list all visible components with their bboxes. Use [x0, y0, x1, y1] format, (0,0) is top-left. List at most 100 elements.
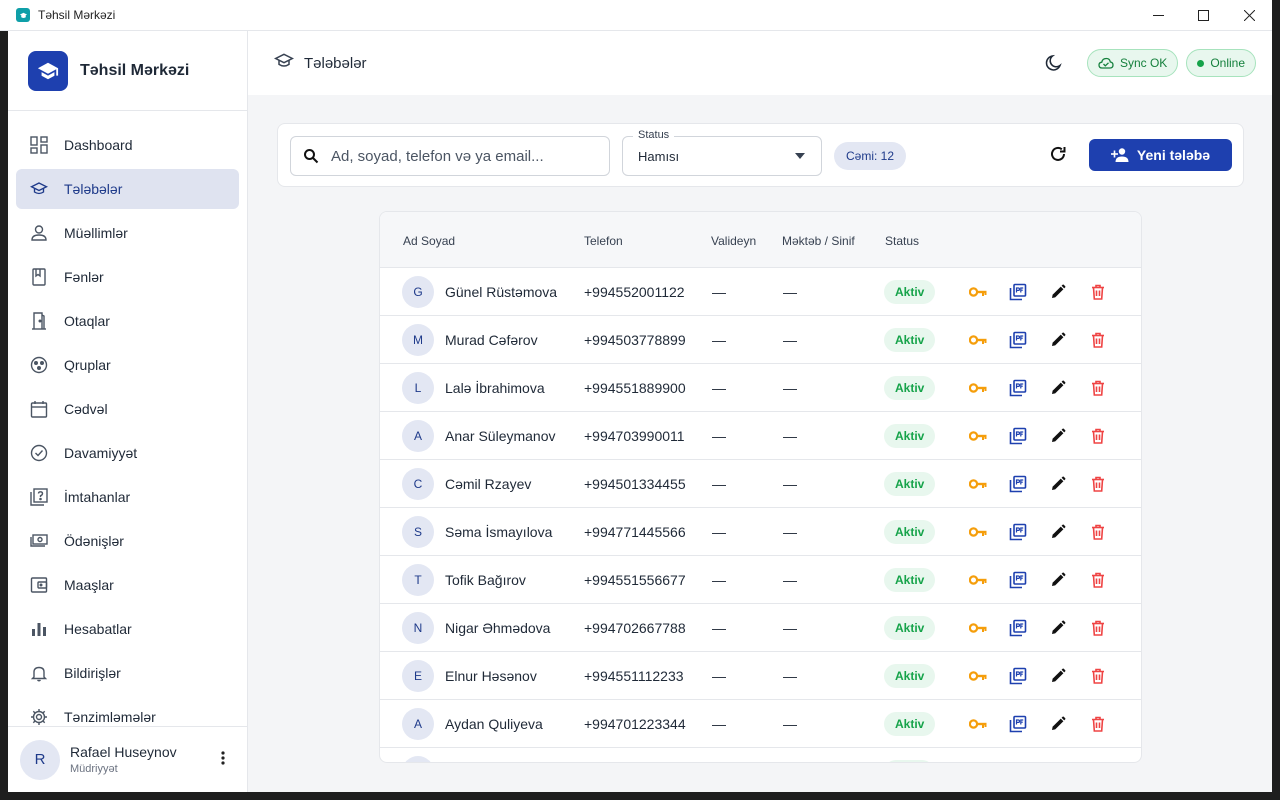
- delete-button[interactable]: [1088, 330, 1108, 350]
- edit-button[interactable]: [1048, 474, 1068, 494]
- edit-button[interactable]: [1048, 330, 1068, 350]
- delete-button[interactable]: [1088, 378, 1108, 398]
- student-parent: —: [712, 284, 726, 300]
- column-header-name[interactable]: Ad Soyad: [403, 234, 455, 248]
- student-name: Anar Süleymanov: [445, 428, 556, 444]
- more-vert-icon[interactable]: [221, 751, 225, 770]
- sidebar-item-rooms[interactable]: Otaqlar: [16, 301, 239, 341]
- edit-button[interactable]: [1048, 666, 1068, 686]
- column-header-status[interactable]: Status: [885, 234, 919, 248]
- wallet-icon: [30, 576, 48, 594]
- export-pdf-button[interactable]: [1008, 618, 1028, 638]
- table-row[interactable]: N Nigar Əhmədova +994702667788 — — Aktiv: [380, 604, 1141, 652]
- sidebar-item-label: Fənlər: [64, 269, 104, 285]
- table-row[interactable]: M Murad Cəfərov +994503778899 — — Aktiv: [380, 316, 1141, 364]
- reset-password-button[interactable]: [968, 426, 988, 446]
- check-circle-icon: [30, 444, 48, 462]
- delete-button[interactable]: [1088, 666, 1108, 686]
- export-pdf-button[interactable]: [1008, 330, 1028, 350]
- edit-button[interactable]: [1048, 570, 1068, 590]
- maximize-button[interactable]: [1180, 0, 1226, 31]
- user-profile[interactable]: R Rafael Huseynov Müdriyyət: [8, 726, 247, 792]
- export-pdf-button[interactable]: [1008, 714, 1028, 734]
- delete-button[interactable]: [1088, 282, 1108, 302]
- edit-button[interactable]: [1048, 618, 1068, 638]
- reset-password-button[interactable]: [968, 666, 988, 686]
- sidebar-item-dashboard[interactable]: Dashboard: [16, 125, 239, 165]
- table-row[interactable]: A Anar Süleymanov +994703990011 — — Aktiv: [380, 412, 1141, 460]
- sidebar-item-subjects[interactable]: Fənlər: [16, 257, 239, 297]
- status-filter-select[interactable]: Status Hamısı: [622, 129, 822, 176]
- reset-password-button[interactable]: [968, 522, 988, 542]
- table-row[interactable]: T Tofik Bağırov +994551556677 — — Aktiv: [380, 556, 1141, 604]
- key-icon: [969, 286, 987, 298]
- export-pdf-button[interactable]: [1008, 666, 1028, 686]
- reset-password-button[interactable]: [968, 282, 988, 302]
- key-icon: [969, 718, 987, 730]
- delete-button[interactable]: [1088, 522, 1108, 542]
- edit-button[interactable]: [1048, 714, 1068, 734]
- search-input[interactable]: [331, 147, 591, 165]
- reset-password-button[interactable]: [968, 330, 988, 350]
- sidebar: Təhsil Mərkəzi Dashboard Tələbələr Müəll…: [8, 31, 248, 792]
- reset-password-button[interactable]: [968, 378, 988, 398]
- delete-button[interactable]: [1088, 570, 1108, 590]
- refresh-button[interactable]: [1048, 144, 1068, 169]
- students-table: Ad Soyad Telefon Valideyn Məktəb / Sinif…: [379, 211, 1142, 763]
- edit-button[interactable]: [1048, 522, 1068, 542]
- export-pdf-button[interactable]: [1008, 522, 1028, 542]
- export-pdf-button[interactable]: [1008, 426, 1028, 446]
- sidebar-item-reports[interactable]: Hesabatlar: [16, 609, 239, 649]
- edit-button[interactable]: [1048, 426, 1068, 446]
- table-row[interactable]: G Günel Rüstəmova +994552001122 — — Aktiv: [380, 268, 1141, 316]
- delete-button[interactable]: [1088, 618, 1108, 638]
- key-icon: [969, 478, 987, 490]
- sidebar-item-notifications[interactable]: Bildirişlər: [16, 653, 239, 693]
- sidebar-item-students[interactable]: Tələbələr: [16, 169, 239, 209]
- top-bar: Tələbələr Sync OK Online: [248, 31, 1272, 95]
- gear-icon: [30, 708, 48, 726]
- reset-password-button[interactable]: [968, 570, 988, 590]
- delete-button[interactable]: [1088, 714, 1108, 734]
- student-avatar: A: [402, 708, 434, 740]
- close-button[interactable]: [1226, 0, 1272, 31]
- edit-button[interactable]: [1048, 282, 1068, 302]
- table-row[interactable]: E Elnur Həsənov +994551112233 — — Aktiv: [380, 652, 1141, 700]
- delete-button[interactable]: [1088, 426, 1108, 446]
- reset-password-button[interactable]: [968, 714, 988, 734]
- export-pdf-button[interactable]: [1008, 378, 1028, 398]
- export-pdf-button[interactable]: [1008, 474, 1028, 494]
- student-school: —: [783, 284, 797, 300]
- top-bar-actions: Sync OK Online: [1045, 49, 1256, 77]
- table-row[interactable]: L Lalə İbrahimova +994551889900 — — Aktiv: [380, 364, 1141, 412]
- sidebar-item-exams[interactable]: İmtahanlar: [16, 477, 239, 517]
- edit-button[interactable]: [1048, 378, 1068, 398]
- sidebar-item-teachers[interactable]: Müəllimlər: [16, 213, 239, 253]
- status-badge: Aktiv: [884, 520, 936, 544]
- sidebar-item-groups[interactable]: Qruplar: [16, 345, 239, 385]
- minimize-button[interactable]: [1135, 0, 1181, 31]
- column-header-school[interactable]: Məktəb / Sinif: [782, 234, 855, 248]
- group-icon: [30, 356, 48, 374]
- table-row[interactable]: A Aydan Quliyeva +994701223344 — — Aktiv: [380, 700, 1141, 748]
- sidebar-item-attendance[interactable]: Davamiyyət: [16, 433, 239, 473]
- table-row[interactable]: C Cəmil Rzayev +994501334455 — — Aktiv: [380, 460, 1141, 508]
- delete-button[interactable]: [1088, 474, 1108, 494]
- sidebar-item-salaries[interactable]: Maaşlar: [16, 565, 239, 605]
- column-header-phone[interactable]: Telefon: [584, 234, 623, 248]
- export-pdf-button[interactable]: [1008, 282, 1028, 302]
- add-student-button[interactable]: Yeni tələbə: [1089, 139, 1232, 171]
- export-pdf-button[interactable]: [1008, 570, 1028, 590]
- search-box[interactable]: [290, 136, 610, 176]
- cloud-done-icon: [1098, 57, 1114, 69]
- reset-password-button[interactable]: [968, 618, 988, 638]
- sidebar-item-schedule[interactable]: Cədvəl: [16, 389, 239, 429]
- table-row[interactable]: S Səma İsmayılova +994771445566 — — Aktiv: [380, 508, 1141, 556]
- dark-mode-toggle[interactable]: [1045, 54, 1063, 72]
- sidebar-item-payments[interactable]: Ödənişlər: [16, 521, 239, 561]
- status-badge: Aktiv: [884, 376, 936, 400]
- pdf-icon: [1009, 475, 1027, 493]
- reset-password-button[interactable]: [968, 474, 988, 494]
- column-header-parent[interactable]: Valideyn: [711, 234, 756, 248]
- student-avatar: N: [402, 612, 434, 644]
